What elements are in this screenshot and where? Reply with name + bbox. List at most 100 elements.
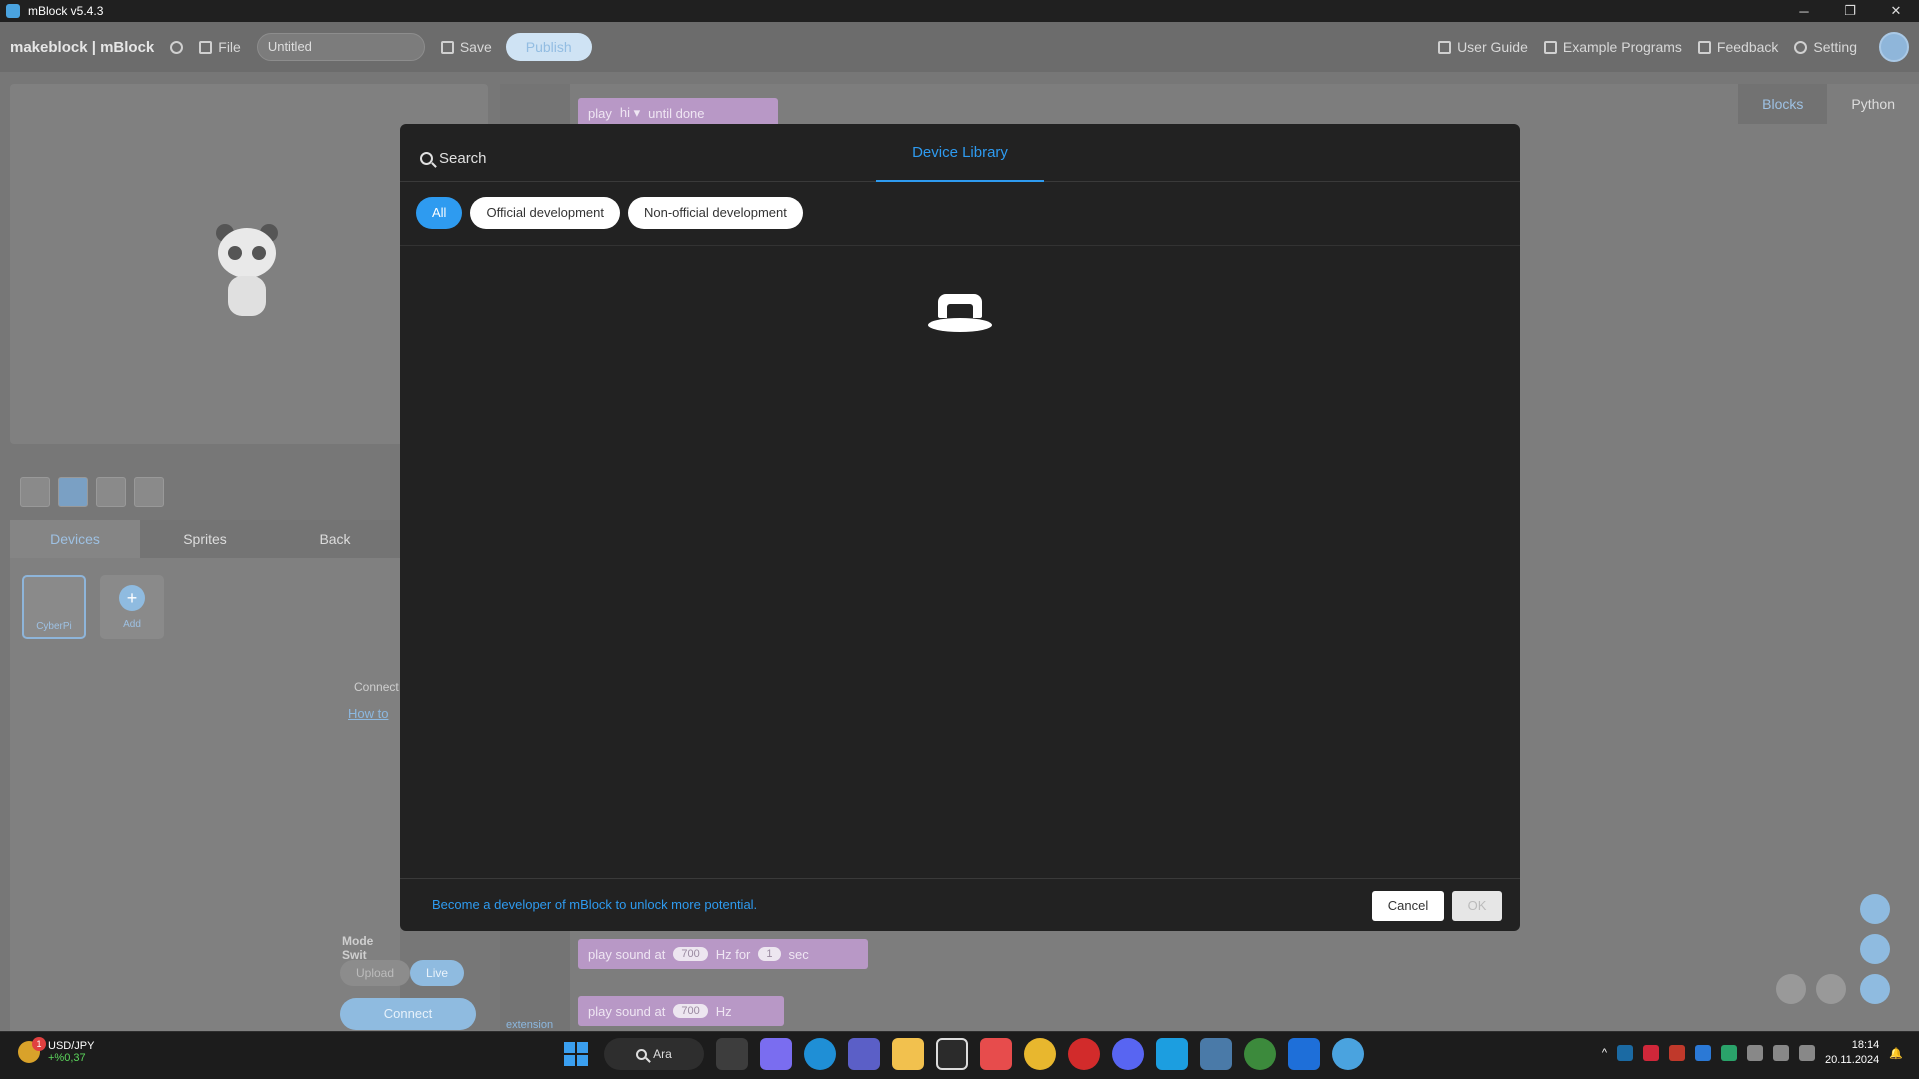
gear-icon	[1794, 40, 1808, 54]
search-icon	[420, 152, 433, 165]
filter-non-official[interactable]: Non-official development	[628, 197, 803, 229]
panda-sprite[interactable]	[214, 224, 280, 320]
volume-icon[interactable]	[1773, 1045, 1790, 1061]
device-card-label: CyberPi	[36, 621, 72, 632]
teams-icon[interactable]	[848, 1038, 880, 1070]
connect-button[interactable]: Connect	[340, 998, 476, 1030]
chrome-icon[interactable]	[1024, 1038, 1056, 1070]
publish-button[interactable]: Publish	[505, 33, 592, 61]
empty-box-icon	[928, 294, 992, 338]
maps-icon[interactable]	[1244, 1038, 1276, 1070]
antivirus-icon[interactable]	[1643, 1045, 1660, 1061]
wifi-icon[interactable]	[1747, 1045, 1764, 1061]
minimize-button[interactable]: ─	[1781, 0, 1827, 22]
grid-stage-icon[interactable]	[134, 477, 164, 507]
block-text: Hz	[715, 1003, 732, 1019]
notification-bell-icon[interactable]: 🔔	[1889, 1047, 1903, 1060]
tab-devices[interactable]: Devices	[10, 520, 140, 558]
mblock-taskbar-icon[interactable]	[1332, 1038, 1364, 1070]
tab-sprites[interactable]: Sprites	[140, 520, 270, 558]
opera-icon[interactable]	[1068, 1038, 1100, 1070]
undo-icon[interactable]	[1776, 974, 1806, 1004]
makeblock-logo: makeblock | mBlock	[10, 38, 155, 56]
tab-python[interactable]: Python	[1827, 84, 1919, 124]
steam-icon[interactable]	[1617, 1045, 1634, 1061]
remote-desktop-icon[interactable]	[1200, 1038, 1232, 1070]
block-text: until done	[648, 105, 705, 121]
windows-taskbar: 1 USD/JPY +%0,37 Ara ^ 18:14 20.11.2024 …	[0, 1031, 1919, 1079]
edge-icon[interactable]	[804, 1038, 836, 1070]
menubar: makeblock | mBlock File Untitled Save Pu…	[0, 22, 1919, 72]
developer-link[interactable]: Become a developer of mBlock to unlock m…	[432, 897, 757, 912]
full-stage-icon[interactable]	[96, 477, 126, 507]
currency-icon: 1	[18, 1037, 46, 1063]
copilot-icon[interactable]	[760, 1038, 792, 1070]
cancel-button[interactable]: Cancel	[1372, 891, 1444, 921]
play-sound-for-block[interactable]: play sound at 700 Hz for 1 sec	[578, 939, 868, 969]
editor-mode-tabs: Blocks Python	[1738, 84, 1919, 124]
device-search[interactable]: Search	[420, 150, 487, 167]
restore-button[interactable]: ❐	[1827, 0, 1873, 22]
block-text: Hz for	[715, 946, 751, 962]
battery-icon[interactable]	[1799, 1045, 1816, 1061]
setting-button[interactable]: Setting	[1794, 39, 1857, 55]
user-guide-button[interactable]: User Guide	[1438, 39, 1528, 55]
stock-widget[interactable]: 1 USD/JPY +%0,37	[18, 1037, 94, 1064]
how-to-link[interactable]: How to	[348, 706, 388, 721]
bluetooth-icon[interactable]	[1695, 1045, 1712, 1061]
windows-start-icon[interactable]	[560, 1038, 592, 1070]
discord-icon[interactable]	[1112, 1038, 1144, 1070]
reset-zoom-icon[interactable]	[1860, 974, 1890, 1004]
example-programs-button[interactable]: Example Programs	[1543, 39, 1682, 55]
user-avatar[interactable]	[1879, 32, 1909, 62]
save-icon	[440, 40, 454, 54]
extension-label[interactable]: extension	[506, 1019, 553, 1031]
store-icon[interactable]	[936, 1038, 968, 1070]
system-tray: ^ 18:14 20.11.2024 🔔	[1602, 1038, 1903, 1068]
chevron-up-icon[interactable]: ^	[1602, 1047, 1607, 1059]
file-menu[interactable]: File	[199, 39, 241, 55]
language-button[interactable]	[170, 40, 184, 54]
defender-icon[interactable]	[1288, 1038, 1320, 1070]
mode-live[interactable]: Live	[410, 960, 465, 986]
device-card-cyberpi[interactable]: CyberPi	[22, 575, 86, 639]
taskbar-apps: Ara	[560, 1038, 1364, 1070]
taskbar-search-label: Ara	[653, 1047, 672, 1061]
close-window-button[interactable]: ✕	[1873, 0, 1919, 22]
frequency-input[interactable]: 700	[673, 947, 708, 961]
ok-button[interactable]: OK	[1452, 891, 1502, 921]
duration-input[interactable]: 1	[758, 947, 781, 961]
mblock-app-icon	[6, 4, 20, 18]
zoom-in-icon[interactable]	[1860, 894, 1890, 924]
tab-backdrops[interactable]: Back	[270, 520, 400, 558]
feedback-button[interactable]: Feedback	[1697, 39, 1778, 55]
skype-icon[interactable]	[1156, 1038, 1188, 1070]
notification-badge: 1	[32, 1037, 46, 1051]
gmail-icon[interactable]	[1669, 1045, 1686, 1061]
filter-all[interactable]: All	[416, 197, 463, 229]
file-explorer-icon[interactable]	[892, 1038, 924, 1070]
clock[interactable]: 18:14 20.11.2024	[1825, 1038, 1879, 1068]
add-device-button[interactable]: + Add	[100, 575, 164, 639]
tab-blocks[interactable]: Blocks	[1738, 84, 1828, 124]
small-stage-icon[interactable]	[20, 477, 50, 507]
tab-device-library[interactable]: Device Library	[876, 124, 1044, 182]
chat-icon	[1697, 40, 1711, 54]
block-dropdown[interactable]: hi ▾	[620, 105, 640, 121]
split-stage-icon[interactable]	[58, 477, 88, 507]
task-view-icon[interactable]	[716, 1038, 748, 1070]
taskbar-search[interactable]: Ara	[604, 1038, 704, 1070]
window-titlebar: mBlock v5.4.3 ─ ❐ ✕	[0, 0, 1919, 22]
save-label: Save	[459, 39, 492, 55]
play-sound-block[interactable]: play sound at 700 Hz	[578, 996, 784, 1026]
redo-icon[interactable]	[1816, 974, 1846, 1004]
filter-official[interactable]: Official development	[470, 197, 620, 229]
zoom-out-icon[interactable]	[1860, 934, 1890, 964]
block-text: sec	[788, 946, 809, 962]
save-button[interactable]: Save	[440, 39, 492, 55]
pocket-icon[interactable]	[980, 1038, 1012, 1070]
mode-upload[interactable]: Upload	[340, 960, 411, 986]
frequency-input[interactable]: 700	[673, 1004, 708, 1018]
shield-icon[interactable]	[1721, 1045, 1738, 1061]
project-title-input[interactable]: Untitled	[256, 33, 425, 61]
